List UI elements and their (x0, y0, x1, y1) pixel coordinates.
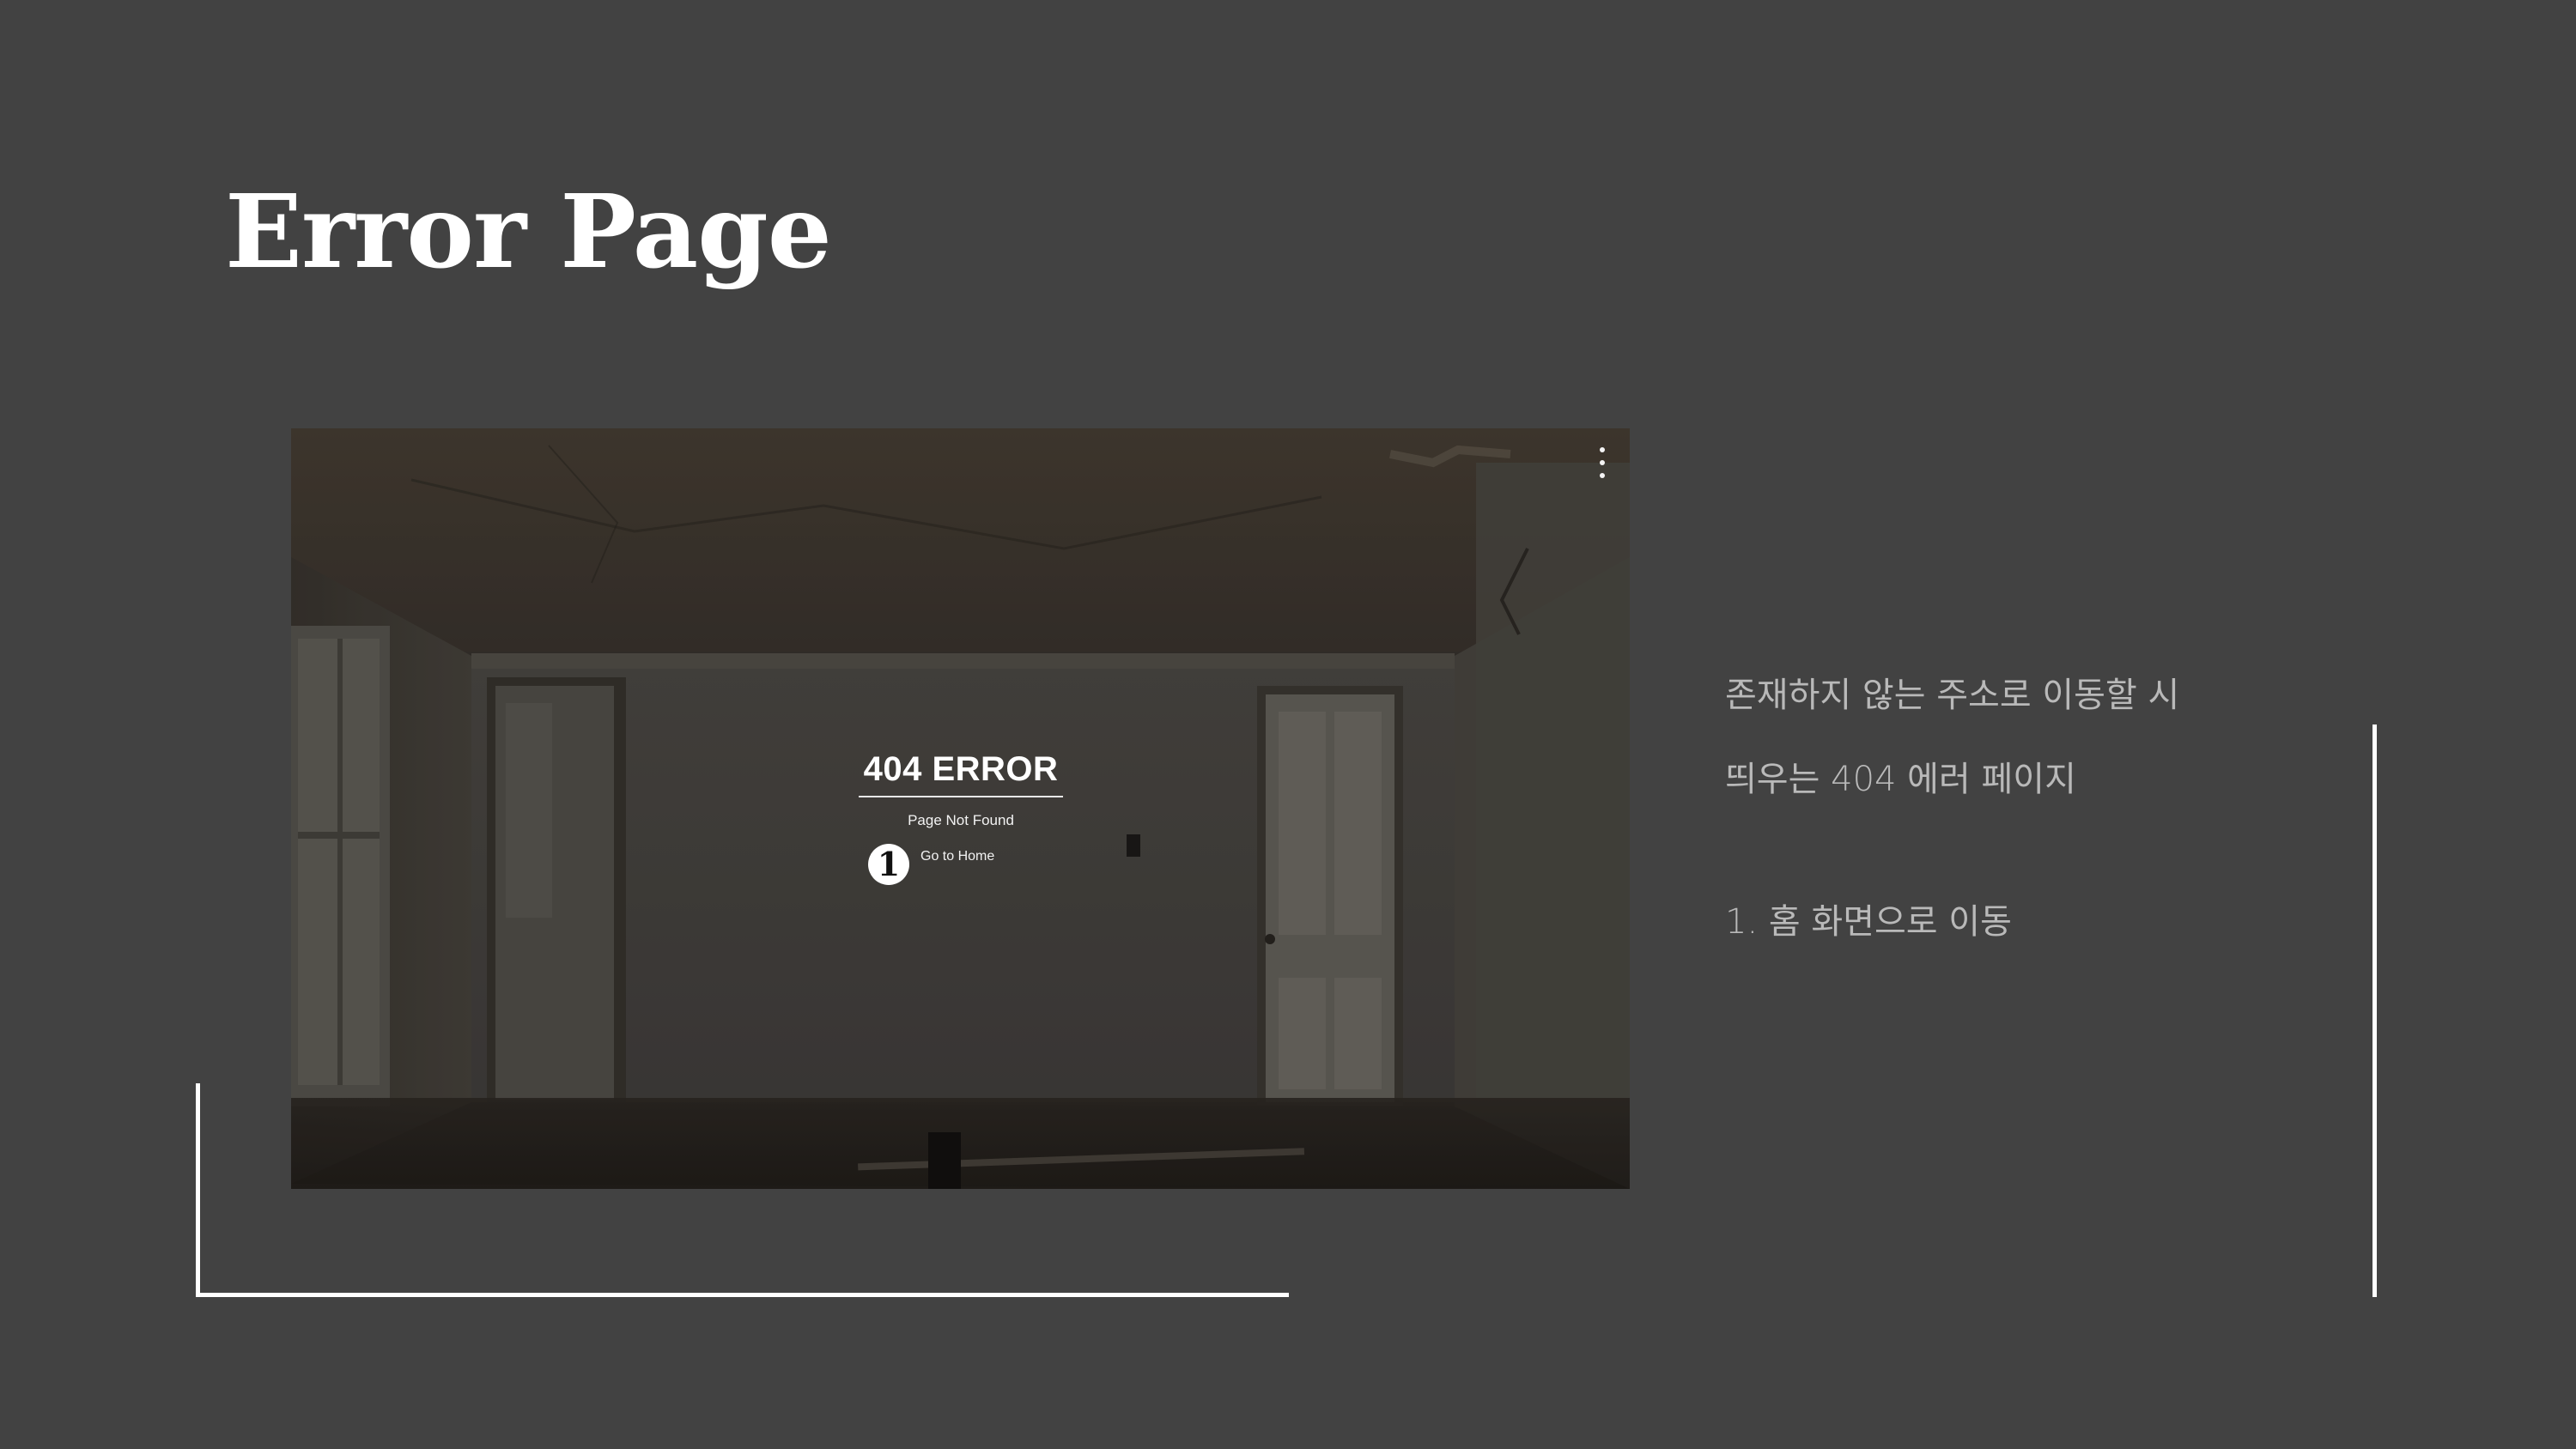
error-page-preview: 404 ERROR Page Not Found 1 Go to Home (291, 428, 1630, 1189)
bracket-left-vertical (196, 1083, 200, 1297)
slide-title: Error Page (225, 172, 832, 291)
home-row: 1 Go to Home (868, 844, 994, 885)
kebab-menu-icon[interactable] (1597, 447, 1607, 478)
callout-number-badge: 1 (868, 844, 909, 885)
go-to-home-link[interactable]: Go to Home (920, 849, 994, 864)
description-item-1: 1. 홈 화면으로 이동 (1725, 902, 2012, 942)
error-message-box: 404 ERROR Page Not Found (858, 748, 1064, 830)
description-line-2: 띄우는 404 에러 페이지 (1725, 760, 2076, 799)
description-line-1: 존재하지 않는 주소로 이동할 시 (1725, 676, 2180, 715)
error-heading: 404 ERROR (859, 748, 1063, 797)
bracket-left-horizontal (196, 1293, 1289, 1297)
bracket-right-vertical (2372, 724, 2377, 1297)
error-subtitle: Page Not Found (908, 812, 1014, 828)
